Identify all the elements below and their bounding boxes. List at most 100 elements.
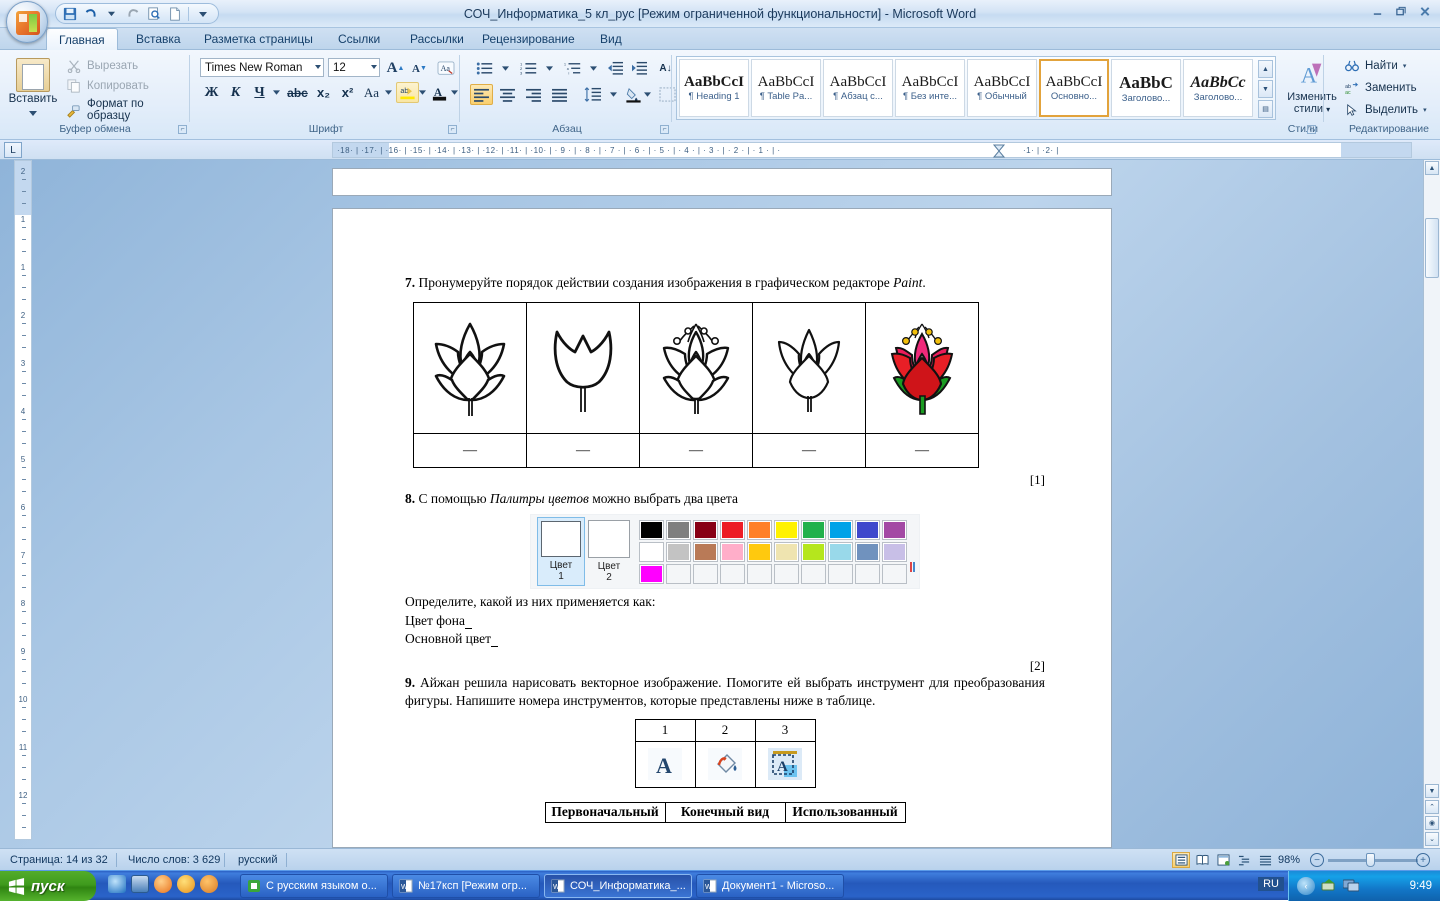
line-spacing-dropdown-icon[interactable] — [608, 84, 619, 105]
network-icon[interactable] — [1321, 878, 1337, 895]
decrease-indent-button[interactable] — [604, 58, 627, 79]
print-layout-view-button[interactable] — [1172, 852, 1190, 868]
first-line-indent-marker[interactable] — [993, 143, 1007, 157]
highlight-dropdown-icon[interactable] — [416, 82, 428, 103]
swatch-1-9[interactable] — [855, 520, 880, 540]
previous-page-icon[interactable]: ⌃ — [1425, 800, 1439, 814]
taskbar-item-4[interactable]: W Документ1 - Microso... — [696, 874, 844, 898]
underline-dropdown-icon[interactable] — [270, 82, 282, 103]
taskbar-item-2[interactable]: W №17ксп [Режим огр... — [392, 874, 540, 898]
justify-button[interactable] — [548, 84, 571, 105]
swatch-3-10[interactable] — [882, 564, 907, 584]
palette-more-colors-icon[interactable] — [909, 561, 917, 573]
next-page-icon[interactable]: ⌄ — [1425, 832, 1439, 846]
swatch-3-6[interactable] — [774, 564, 799, 584]
paint-color-palette[interactable]: Цвет 1 Цвет 2 — [530, 514, 920, 589]
change-case-dropdown-icon[interactable] — [382, 82, 394, 103]
scroll-up-icon[interactable]: ▲ — [1425, 161, 1439, 175]
office-button[interactable] — [6, 1, 48, 43]
bold-button[interactable]: Ж — [200, 82, 223, 103]
close-button[interactable] — [1414, 2, 1436, 21]
swatch-2-2[interactable] — [666, 542, 691, 562]
gallery-more-icon[interactable]: ▤ — [1258, 100, 1273, 118]
swatch-3-5[interactable] — [747, 564, 772, 584]
copy-button[interactable]: Копировать — [66, 78, 149, 94]
minimize-button[interactable] — [1366, 2, 1388, 21]
bullets-dropdown-icon[interactable] — [500, 58, 511, 79]
swatch-3-7[interactable] — [801, 564, 826, 584]
numbering-button[interactable]: 123 — [514, 58, 544, 79]
swatch-2-8[interactable] — [828, 542, 853, 562]
subscript-button[interactable]: x₂ — [312, 82, 335, 103]
language-indicator[interactable]: RU — [1258, 877, 1284, 891]
numbering-dropdown-icon[interactable] — [544, 58, 555, 79]
taskbar-item-3-active[interactable]: W СОЧ_Информатика_... — [544, 874, 692, 898]
swatch-3-9[interactable] — [855, 564, 880, 584]
cut-button[interactable]: Вырезать — [66, 58, 138, 74]
swatch-3-2[interactable] — [666, 564, 691, 584]
align-right-button[interactable] — [522, 84, 545, 105]
horizontal-ruler[interactable]: L ·18· | ·17· | ·16· | ·15· | ·14· | ·13… — [0, 140, 1440, 160]
font-size-combo[interactable]: 12 — [328, 58, 380, 77]
chevron-down-icon[interactable] — [371, 65, 377, 69]
tab-review[interactable]: Рецензирование — [470, 28, 587, 50]
swatch-2-7[interactable] — [801, 542, 826, 562]
paste-button[interactable]: Вставить — [6, 56, 60, 120]
q8-line-background-color[interactable]: Цвет фона — [405, 612, 1045, 630]
vertical-ruler[interactable]: 21123456789101112 — [14, 160, 32, 840]
restore-button[interactable] — [1390, 2, 1412, 21]
chevron-down-icon[interactable] — [315, 65, 321, 69]
web-layout-view-button[interactable] — [1214, 852, 1232, 868]
style-item[interactable]: AaBbC Заголово... — [1111, 59, 1181, 117]
paste-dropdown-icon[interactable] — [29, 111, 37, 116]
monitor-icon[interactable] — [1343, 878, 1359, 895]
style-item[interactable]: AaBbCcI ¶ Абзац с... — [823, 59, 893, 117]
opera-icon[interactable] — [154, 875, 172, 893]
multilevel-dropdown-icon[interactable] — [588, 58, 599, 79]
swatch-1-4[interactable] — [720, 520, 745, 540]
status-language[interactable]: русский — [228, 849, 287, 871]
swatch-1-8[interactable] — [828, 520, 853, 540]
internet-explorer-icon[interactable] — [108, 875, 126, 893]
full-screen-reading-view-button[interactable] — [1193, 852, 1211, 868]
align-center-button[interactable] — [496, 84, 519, 105]
swatch-3-4[interactable] — [720, 564, 745, 584]
format-painter-button[interactable]: Формат по образцу — [66, 98, 190, 122]
swatch-2-1[interactable] — [639, 542, 664, 562]
answer-blank-4[interactable]: — — [753, 434, 866, 468]
swatch-3-1[interactable] — [639, 564, 664, 584]
vertical-scrollbar[interactable]: ▲ ▼ ⌃ ◉ ⌄ — [1423, 160, 1440, 848]
tab-references[interactable]: Ссылки — [326, 28, 392, 50]
style-item[interactable]: AaBbCcI ¶ Heading 1 — [679, 59, 749, 117]
tab-home[interactable]: Главная — [46, 28, 118, 51]
zoom-level[interactable]: 98% — [1278, 849, 1300, 871]
grow-font-button[interactable]: A▲ — [384, 58, 407, 79]
clipboard-dialog-launcher[interactable]: ⌐ — [178, 125, 187, 134]
swatch-1-1[interactable] — [639, 520, 664, 540]
scrollbar-thumb[interactable] — [1425, 218, 1439, 278]
answer-blank-1[interactable]: — — [414, 434, 527, 468]
align-left-button[interactable] — [470, 84, 493, 105]
document-page[interactable]: 7. Пронумеруйте порядок действии создани… — [332, 208, 1112, 848]
firefox-icon[interactable] — [177, 875, 195, 893]
swatch-2-5[interactable] — [747, 542, 772, 562]
find-button[interactable]: Найти ▾ — [1344, 58, 1406, 74]
show-desktop-icon[interactable] — [131, 875, 149, 893]
increase-indent-button[interactable] — [628, 58, 651, 79]
font-name-combo[interactable]: Times New Roman — [200, 58, 324, 77]
color2-slot[interactable]: Цвет 2 — [585, 520, 633, 583]
swatch-1-10[interactable] — [882, 520, 907, 540]
swatch-1-6[interactable] — [774, 520, 799, 540]
outline-view-button[interactable] — [1235, 852, 1253, 868]
swatch-2-9[interactable] — [855, 542, 880, 562]
find-dropdown-icon[interactable]: ▾ — [1403, 62, 1407, 70]
shading-dropdown-icon[interactable] — [642, 84, 653, 105]
gallery-scroll-up-icon[interactable]: ▲ — [1258, 60, 1273, 78]
status-page[interactable]: Страница: 14 из 32 — [0, 849, 118, 871]
scroll-down-icon[interactable]: ▼ — [1425, 784, 1439, 798]
select-browse-object-icon[interactable]: ◉ — [1425, 816, 1439, 830]
italic-button[interactable]: К — [224, 82, 247, 103]
swatch-1-5[interactable] — [747, 520, 772, 540]
select-button[interactable]: Выделить ▾ — [1344, 102, 1427, 118]
swatch-3-3[interactable] — [693, 564, 718, 584]
